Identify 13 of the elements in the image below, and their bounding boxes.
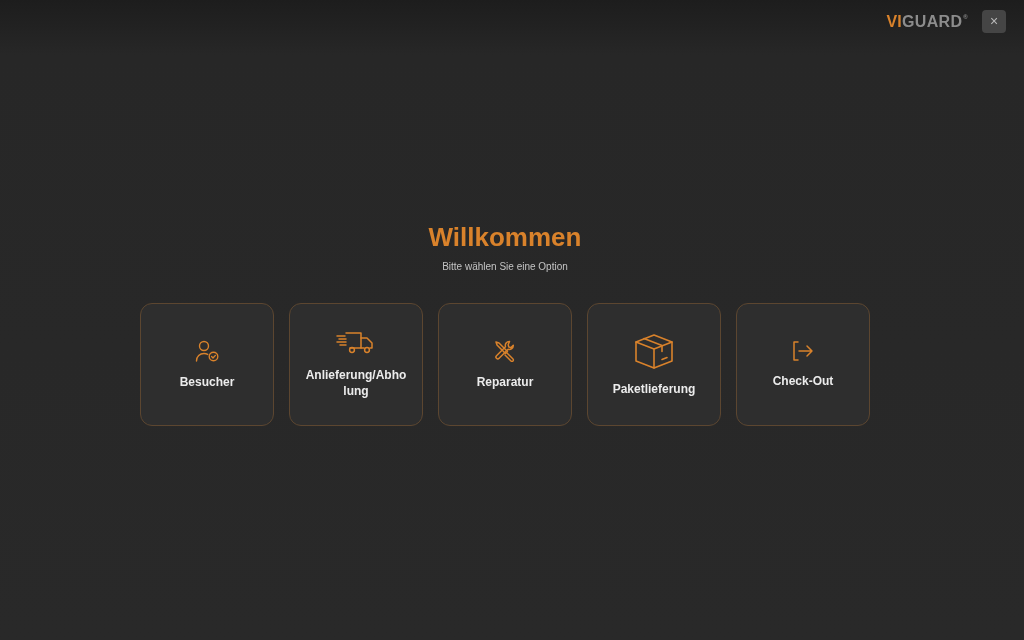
option-card[interactable]: Reparatur bbox=[438, 303, 572, 426]
fast-truck-icon bbox=[336, 330, 376, 355]
wrench-screwdriver-icon bbox=[494, 339, 516, 362]
option-card[interactable]: Paketlieferung bbox=[587, 303, 721, 426]
option-card[interactable]: Besucher bbox=[140, 303, 274, 426]
welcome-subtitle: Bitte wählen Sie eine Option bbox=[442, 260, 568, 274]
welcome-title: Willkommen bbox=[428, 221, 582, 253]
exit-arrow-icon bbox=[792, 340, 814, 361]
option-card[interactable]: Check-Out bbox=[736, 303, 870, 426]
option-card[interactable]: Anlieferung/Abholung bbox=[289, 303, 423, 426]
close-button[interactable]: × bbox=[982, 10, 1006, 33]
box-icon bbox=[634, 332, 674, 369]
person-check-icon bbox=[195, 339, 219, 362]
